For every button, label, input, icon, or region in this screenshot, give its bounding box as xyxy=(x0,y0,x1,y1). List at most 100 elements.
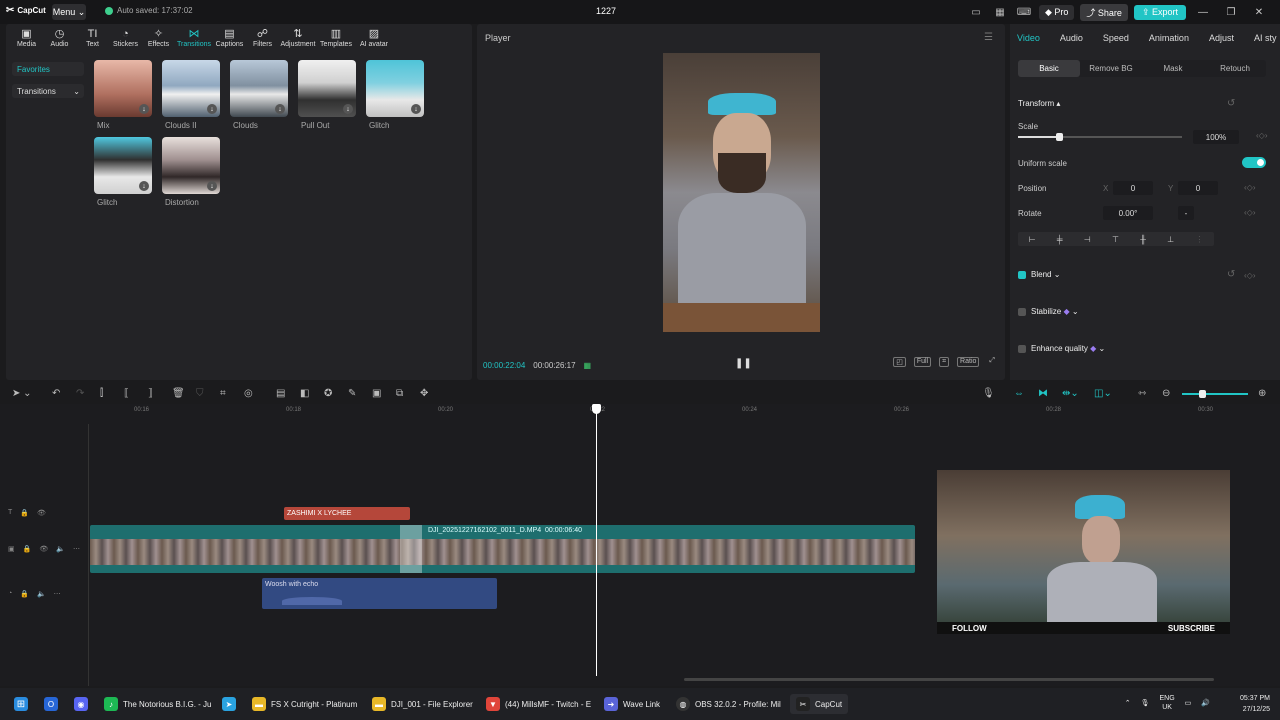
sidebar-item-favorites[interactable]: Favorites xyxy=(12,62,84,76)
freeze-icon[interactable]: ▤ xyxy=(276,388,285,399)
keyframe-icon[interactable]: ‹◇› xyxy=(1244,183,1255,192)
speaker-icon[interactable]: 🔈 xyxy=(56,545,65,553)
more-icon[interactable]: ⋯ xyxy=(73,545,80,553)
tab-video[interactable]: Video xyxy=(1017,33,1040,43)
crop-icon[interactable]: ⌗ xyxy=(939,357,950,367)
remove-bg-icon[interactable]: ✪ xyxy=(324,388,332,399)
transition-thumb-distortion[interactable]: ↓ xyxy=(162,137,220,194)
scale-slider[interactable] xyxy=(1018,133,1182,141)
ratio-button[interactable]: Ratio xyxy=(957,357,980,367)
fit-icon[interactable]: ⇿ xyxy=(1138,388,1146,399)
select-tool-icon[interactable]: ➤ ⌄ xyxy=(12,388,32,399)
transition-thumb-glitch-2[interactable]: ↓ xyxy=(94,137,152,194)
eye-icon[interactable]: 👁 xyxy=(39,545,48,553)
share-button[interactable]: ⤴ Share xyxy=(1080,3,1128,21)
transition-marker[interactable] xyxy=(400,525,422,573)
tab-animation[interactable]: Animation xyxy=(1149,33,1189,43)
zoom-out-icon[interactable]: ⊖ xyxy=(1162,388,1170,399)
subtab-retouch[interactable]: Retouch xyxy=(1204,60,1266,77)
enhance-checkbox[interactable] xyxy=(1018,345,1026,353)
redo-icon[interactable]: ↷ xyxy=(76,388,84,399)
uniform-scale-toggle[interactable] xyxy=(1242,157,1266,168)
stabilize-checkbox[interactable] xyxy=(1018,308,1026,316)
reset-icon[interactable]: ↺ xyxy=(1227,98,1235,109)
transition-thumb-clouds-ii[interactable]: ↓ xyxy=(162,60,220,117)
shield-icon[interactable]: ⛉ xyxy=(196,388,204,399)
keyframe-icon[interactable]: ‹◇› xyxy=(1256,131,1267,140)
speed-icon[interactable]: ◎ xyxy=(244,388,253,399)
tab-stickers[interactable]: ◔ Stickers xyxy=(109,24,142,52)
zoom-slider-knob[interactable] xyxy=(1199,390,1206,398)
delete-icon[interactable]: 🗑 xyxy=(172,388,185,399)
keyframe-icon[interactable]: ‹◇› xyxy=(1244,271,1255,280)
transition-thumb-pull-out[interactable]: ↓ xyxy=(298,60,356,117)
keyframe-icon[interactable]: ‹◇› xyxy=(1244,208,1255,217)
tab-ai-style[interactable]: AI sty xyxy=(1254,33,1277,43)
split-right-icon[interactable]: ⟧ xyxy=(148,388,153,399)
more-icon[interactable]: ⋯ xyxy=(54,590,61,598)
video-clip[interactable]: DJI_20251227162102_0011_D.MP4 00:00:06:4… xyxy=(90,525,915,573)
undo-icon[interactable]: ↶ xyxy=(52,388,60,399)
microphone-icon[interactable]: 🎙 xyxy=(982,388,995,399)
mirror-icon[interactable]: ◧ xyxy=(300,388,309,399)
lock-icon[interactable]: 🔒 xyxy=(20,590,29,598)
horizontal-scrollbar[interactable] xyxy=(684,678,1214,681)
taskbar-app-brave[interactable]: ▼ (44) MillsMF - Twitch - E xyxy=(486,696,591,712)
outlook-button[interactable]: O xyxy=(44,696,58,712)
rotate-flip-button[interactable]: - xyxy=(1178,206,1194,220)
transition-thumb-glitch[interactable]: ↓ xyxy=(366,60,424,117)
rotate-input[interactable]: 0.00° xyxy=(1103,206,1153,220)
time-ruler[interactable]: 00:16 00:18 00:20 00:22 00:24 00:26 00:2… xyxy=(90,404,1280,418)
align-left-icon[interactable]: ⊢ xyxy=(1029,235,1036,244)
close-icon[interactable]: ✕ xyxy=(1248,7,1270,18)
reset-icon[interactable]: ↺ xyxy=(1227,269,1235,280)
transform-heading[interactable]: Transform ▴ xyxy=(1018,99,1060,108)
start-button[interactable]: ⊞ xyxy=(14,696,28,712)
microphone-tray-icon[interactable]: 🎙 xyxy=(1141,699,1150,707)
taskbar-app-spotify[interactable]: ♪ The Notorious B.I.G. - Ju xyxy=(104,696,211,712)
lock-icon[interactable]: 🔒 xyxy=(20,509,29,517)
chevron-up-icon[interactable]: ⌃ xyxy=(1125,699,1131,707)
pause-button[interactable]: ❚❚ xyxy=(735,358,752,369)
taskbar-app-obs[interactable]: ◍ OBS 32.0.2 - Profile: Mil xyxy=(676,696,781,712)
align-center-h-icon[interactable]: ╪ xyxy=(1057,235,1063,244)
transform-tool-icon[interactable]: ⧉ xyxy=(396,388,403,399)
minimize-icon[interactable]: — xyxy=(1192,7,1214,18)
tab-effects[interactable]: ✧ Effects xyxy=(142,24,175,52)
keyboard-icon[interactable]: ⌨ xyxy=(1015,4,1033,20)
position-x-input[interactable]: 0 xyxy=(1113,181,1153,195)
enhance-heading[interactable]: Enhance quality ◆ ⌄ xyxy=(1031,344,1105,353)
menu-button[interactable]: Menu ⌄ xyxy=(52,4,86,20)
split-left-icon[interactable]: ⟦ xyxy=(124,388,129,399)
video-preview[interactable] xyxy=(663,53,820,332)
tab-media[interactable]: ▣ Media xyxy=(10,24,43,52)
audio-clip[interactable]: Woosh with echo xyxy=(262,578,497,609)
zoom-in-icon[interactable]: ⊕ xyxy=(1258,388,1266,399)
tab-speed[interactable]: Speed xyxy=(1103,33,1129,43)
pro-button[interactable]: ◆ Pro xyxy=(1038,4,1075,20)
caption-tool-icon[interactable]: ▣ xyxy=(372,388,381,399)
align-top-icon[interactable]: ⊤ xyxy=(1112,235,1119,244)
lock-icon[interactable]: 🔒 xyxy=(23,545,32,553)
align-right-icon[interactable]: ⊣ xyxy=(1084,235,1091,244)
tab-adjust[interactable]: Adjust xyxy=(1209,33,1234,43)
tab-text[interactable]: TI Text xyxy=(76,24,109,52)
language-indicator[interactable]: ENG UK xyxy=(1159,694,1174,712)
subtab-remove-bg[interactable]: Remove BG xyxy=(1080,60,1142,77)
player-menu-icon[interactable]: ☰ xyxy=(984,32,993,43)
fullscreen-icon[interactable]: ⤢ xyxy=(987,357,997,367)
monitor-icon[interactable]: ▭ xyxy=(1185,699,1192,707)
tab-adjustment[interactable]: ⇅ Adjustment xyxy=(279,24,317,52)
tab-captions[interactable]: ▤ Captions xyxy=(213,24,246,52)
tab-transitions[interactable]: ⋈ Transitions xyxy=(175,24,213,52)
layout-icon[interactable]: ▭ xyxy=(967,4,985,20)
text-clip[interactable]: ZASHIMI X LYCHEE xyxy=(284,507,410,520)
maximize-icon[interactable]: ❐ xyxy=(1220,7,1242,18)
link-icon[interactable]: ⇔ xyxy=(1014,388,1024,399)
taskbar-app-capcut[interactable]: ✂ CapCut xyxy=(790,694,849,714)
blend-checkbox[interactable] xyxy=(1018,271,1026,279)
main-track-icon[interactable]: ◫⌄ xyxy=(1094,388,1112,399)
tab-audio[interactable]: ◷ Audio xyxy=(43,24,76,52)
snap-icon[interactable]: ⧓ xyxy=(1038,388,1048,399)
magic-icon[interactable]: ✎ xyxy=(348,388,356,399)
